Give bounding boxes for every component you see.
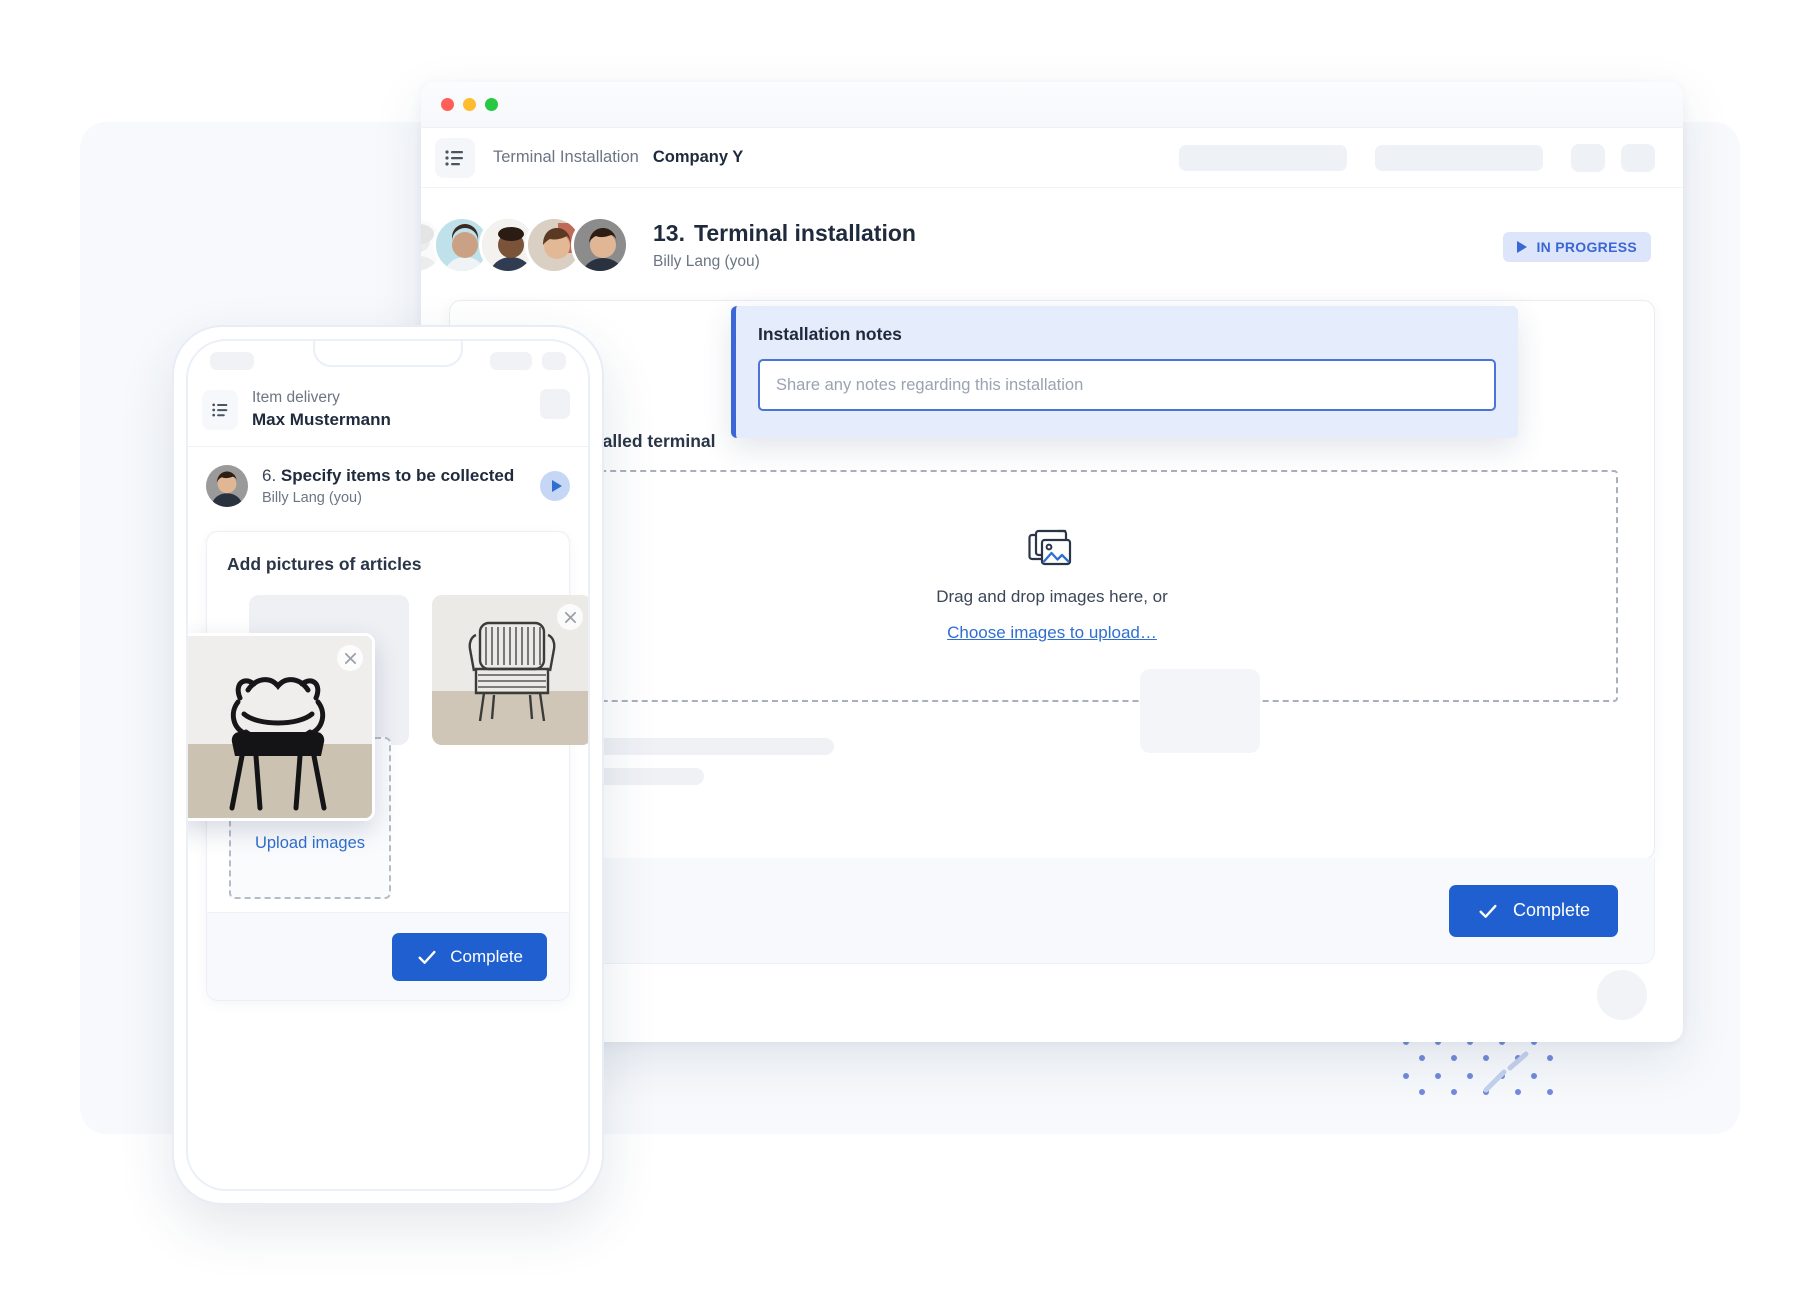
dot-grid-decoration <box>1403 1032 1553 1095</box>
status-bar-placeholder-right-2 <box>542 352 566 370</box>
phone-task-number: 6. <box>262 466 277 485</box>
phone-thumbnail-area <box>188 595 588 821</box>
black-chair-photo[interactable] <box>188 633 375 821</box>
avatar[interactable] <box>206 465 248 507</box>
installation-notes-input[interactable] <box>758 359 1496 411</box>
dropzone-text: Drag and drop images here, or <box>936 587 1168 606</box>
images-stack-icon <box>1028 529 1072 566</box>
task-number: 13. <box>653 219 685 246</box>
phone-header: Item delivery Max Mustermann <box>188 381 588 447</box>
phone-complete-button[interactable]: Complete <box>392 932 547 981</box>
breadcrumb-company[interactable]: Company Y <box>653 148 743 167</box>
phone-header-text: Item delivery Max Mustermann <box>252 389 391 430</box>
installation-notes-card: Installation notes <box>731 306 1518 438</box>
minimize-window-dot[interactable] <box>463 98 476 111</box>
screenshot-stage: Terminal Installation Company Y 13. Term… <box>0 0 1800 1300</box>
status-badge[interactable]: IN PROGRESS <box>1503 232 1651 262</box>
choose-images-link[interactable]: Choose images to upload… <box>947 623 1157 643</box>
task-assignee: Billy Lang (you) <box>653 252 760 270</box>
breadcrumb: Terminal Installation Company Y <box>493 148 743 167</box>
phone-header-placeholder <box>540 389 570 419</box>
complete-button[interactable]: Complete <box>1448 884 1618 937</box>
footer-decoration-blob <box>1597 970 1647 1020</box>
window-controls[interactable] <box>441 98 498 111</box>
toolbar-placeholder-2 <box>1375 144 1543 171</box>
desktop-window: Terminal Installation Company Y 13. Term… <box>421 82 1683 1042</box>
breadcrumb-project[interactable]: Terminal Installation <box>493 148 639 167</box>
phone-play-button[interactable] <box>540 471 570 501</box>
phone-task-title: Specify items to be collected <box>280 466 515 485</box>
close-window-dot[interactable] <box>441 98 454 111</box>
app-toolbar: Terminal Installation Company Y <box>421 128 1683 188</box>
upload-images-label: Upload images <box>254 834 366 852</box>
phone-task-text: 6. Specify items to be collected Billy L… <box>262 466 540 506</box>
list-icon <box>211 403 227 416</box>
complete-button-label: Complete <box>1512 900 1590 920</box>
list-icon <box>445 149 463 166</box>
remove-photo-button[interactable] <box>337 645 363 671</box>
close-icon <box>564 611 576 623</box>
play-icon <box>1517 241 1528 253</box>
task-footer: Complete <box>449 858 1655 964</box>
phone-pictures-card: Add pictures of articles Upload images C… <box>188 531 588 1001</box>
check-icon <box>1479 904 1497 918</box>
toolbar-placeholder-3 <box>1571 143 1605 172</box>
close-icon <box>344 652 356 664</box>
task-title-block: 13. Terminal installation Billy Lang (yo… <box>653 220 916 271</box>
remove-photo-button[interactable] <box>557 604 583 630</box>
task-title: Terminal installation <box>693 219 916 246</box>
panel-ghost-card <box>1140 669 1260 753</box>
phone-mockup: Item delivery Max Mustermann 6. Specify … <box>172 325 604 1205</box>
phone-task-assignee: Billy Lang (you) <box>262 490 362 506</box>
avatar[interactable] <box>571 216 629 274</box>
toolbar-placeholder-4 <box>1621 143 1655 172</box>
maximize-window-dot[interactable] <box>485 98 498 111</box>
toolbar-placeholder-1 <box>1179 144 1347 171</box>
play-icon <box>551 480 562 492</box>
phone-list-icon-button[interactable] <box>202 389 238 430</box>
phone-screen: Item delivery Max Mustermann 6. Specify … <box>186 339 590 1191</box>
status-bar-placeholder-right-1 <box>490 352 532 370</box>
status-bar-placeholder-left <box>210 352 254 370</box>
phone-header-line2: Max Mustermann <box>252 410 391 429</box>
assignee-avatar-group[interactable] <box>421 216 629 274</box>
check-icon <box>418 950 436 964</box>
window-titlebar <box>421 82 1683 128</box>
phone-complete-label: Complete <box>450 946 523 966</box>
phone-card-title: Add pictures of articles <box>227 554 422 574</box>
phone-task-row[interactable]: 6. Specify items to be collected Billy L… <box>188 447 588 527</box>
phone-header-line1: Item delivery <box>252 389 340 406</box>
status-badge-label: IN PROGRESS <box>1536 239 1637 255</box>
task-header: 13. Terminal installation Billy Lang (yo… <box>421 188 1683 300</box>
phone-card-footer: Complete <box>207 912 569 1000</box>
list-icon-button[interactable] <box>435 137 475 178</box>
installation-notes-label: Installation notes <box>758 324 902 344</box>
rattan-chair-photo[interactable] <box>432 595 588 745</box>
image-dropzone[interactable]: Drag and drop images here, or Choose ima… <box>486 470 1618 702</box>
phone-notch <box>313 341 463 367</box>
